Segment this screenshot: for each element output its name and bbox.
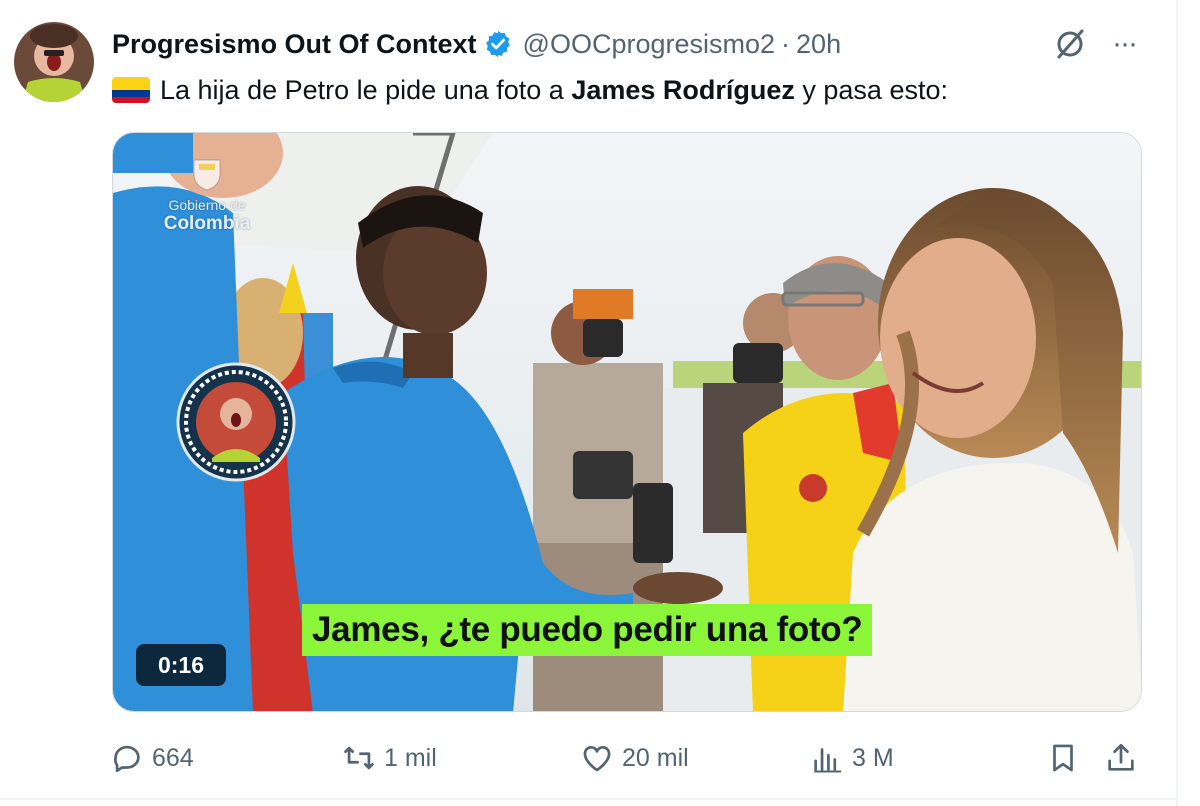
- column-border: [1176, 0, 1178, 806]
- like-icon: [583, 745, 611, 772]
- video-caption: James, ¿te puedo pedir una foto?: [302, 604, 873, 656]
- author-handle[interactable]: @OOCprogresismo2: [523, 29, 775, 60]
- more-icon[interactable]: ···: [1104, 26, 1144, 62]
- gobierno-logo: Gobierno de Colombia: [152, 156, 262, 240]
- tweet-card[interactable]: Progresismo Out Of Context @OOCprogresis…: [0, 0, 1178, 806]
- author-avatar[interactable]: [14, 22, 94, 102]
- reply-icon: [114, 745, 140, 773]
- tweet-divider: [0, 798, 1178, 800]
- tweet-text-suffix: y pasa esto:: [794, 74, 948, 105]
- tweet-text-bold: James Rodríguez: [571, 74, 795, 105]
- views-count: 3 M: [852, 743, 894, 772]
- views-icon: [814, 748, 842, 773]
- tweet-text-prefix: La hija de Petro le pide una foto a: [160, 74, 572, 105]
- tweet-header: Progresismo Out Of Context @OOCprogresis…: [112, 24, 841, 64]
- reply-count: 664: [152, 743, 194, 772]
- header-separator: ·: [781, 28, 791, 59]
- views-button[interactable]: 3 M: [810, 736, 894, 780]
- retweet-button[interactable]: 1 mil: [342, 736, 437, 780]
- coat-of-arms-icon: [193, 159, 221, 191]
- bookmark-button[interactable]: [1046, 736, 1080, 780]
- tweet-time[interactable]: 20h: [796, 29, 841, 60]
- tweet-text: La hija de Petro le pide una foto a Jame…: [112, 70, 948, 110]
- logo-line-1: Gobierno de: [168, 197, 246, 213]
- like-button[interactable]: 20 mil: [580, 736, 689, 780]
- share-icon: [1108, 743, 1134, 771]
- logo-line-2: Colombia: [163, 213, 251, 234]
- colombia-flag-icon: [112, 77, 150, 103]
- verified-badge-icon[interactable]: [483, 29, 513, 59]
- retweet-count: 1 mil: [384, 743, 437, 772]
- video-duration: 0:16: [136, 644, 226, 686]
- channel-watermark: [176, 362, 296, 482]
- reply-button[interactable]: 664: [110, 736, 194, 780]
- bookmark-icon: [1053, 744, 1073, 772]
- retweet-icon: [344, 746, 374, 770]
- tweet-actions: 664 1 mil 20 mil 3 M: [110, 736, 1150, 780]
- author-name[interactable]: Progresismo Out Of Context: [112, 29, 477, 60]
- share-button[interactable]: [1104, 736, 1138, 780]
- grok-icon[interactable]: [1052, 26, 1088, 62]
- like-count: 20 mil: [622, 743, 689, 772]
